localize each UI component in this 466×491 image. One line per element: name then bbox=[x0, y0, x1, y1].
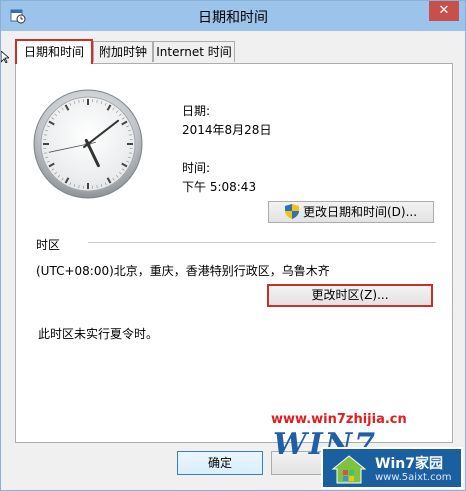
timezone-value: (UTC+08:00)北京，重庆，香港特别行政区，乌鲁木齐 bbox=[36, 264, 330, 278]
win7-home-badge: Win7家园 www.5aixt.com bbox=[321, 447, 463, 489]
watermark-url: www.win7zhijia.cn bbox=[271, 412, 407, 427]
timezone-section-label: 时区 bbox=[36, 238, 61, 252]
analog-clock bbox=[33, 89, 143, 199]
title-bar[interactable]: 日期和时间 ✕ bbox=[1, 1, 465, 31]
close-button[interactable]: ✕ bbox=[429, 1, 459, 21]
tab-panel-date-time: 日期: 2014年8月28日 时间: 下午 5:08:43 更改日期和时间(D)… bbox=[15, 63, 453, 443]
tab-internet-time[interactable]: Internet 时间 bbox=[153, 41, 235, 62]
date-time-dialog: 日期和时间 ✕ 日期和时间 附加时钟 Internet 时间 日期: 2014年… bbox=[0, 0, 466, 491]
timezone-divider bbox=[88, 242, 436, 243]
badge-name: Win7家园 bbox=[375, 456, 443, 472]
dst-note: 此时区未实行夏令时。 bbox=[38, 327, 159, 341]
badge-url: www.5aixt.com bbox=[375, 472, 452, 483]
mouse-pointer-icon bbox=[1, 51, 9, 63]
close-icon: ✕ bbox=[438, 3, 450, 18]
house-logo-icon bbox=[331, 455, 367, 484]
ok-button[interactable]: 确定 bbox=[177, 451, 263, 475]
change-date-time-label: 更改日期和时间(D)... bbox=[302, 205, 418, 219]
date-label: 日期: bbox=[182, 104, 211, 118]
time-value: 下午 5:08:43 bbox=[182, 180, 257, 194]
tab-date-time[interactable]: 日期和时间 bbox=[15, 39, 93, 64]
window-title: 日期和时间 bbox=[198, 10, 268, 26]
uac-shield-icon bbox=[284, 204, 299, 219]
date-value: 2014年8月28日 bbox=[182, 123, 272, 137]
change-timezone-button[interactable]: 更改时区(Z)... bbox=[267, 284, 433, 307]
change-date-time-button[interactable]: 更改日期和时间(D)... bbox=[268, 201, 434, 223]
time-label: 时间: bbox=[182, 161, 211, 175]
tab-additional-clocks[interactable]: 附加时钟 bbox=[93, 41, 153, 62]
